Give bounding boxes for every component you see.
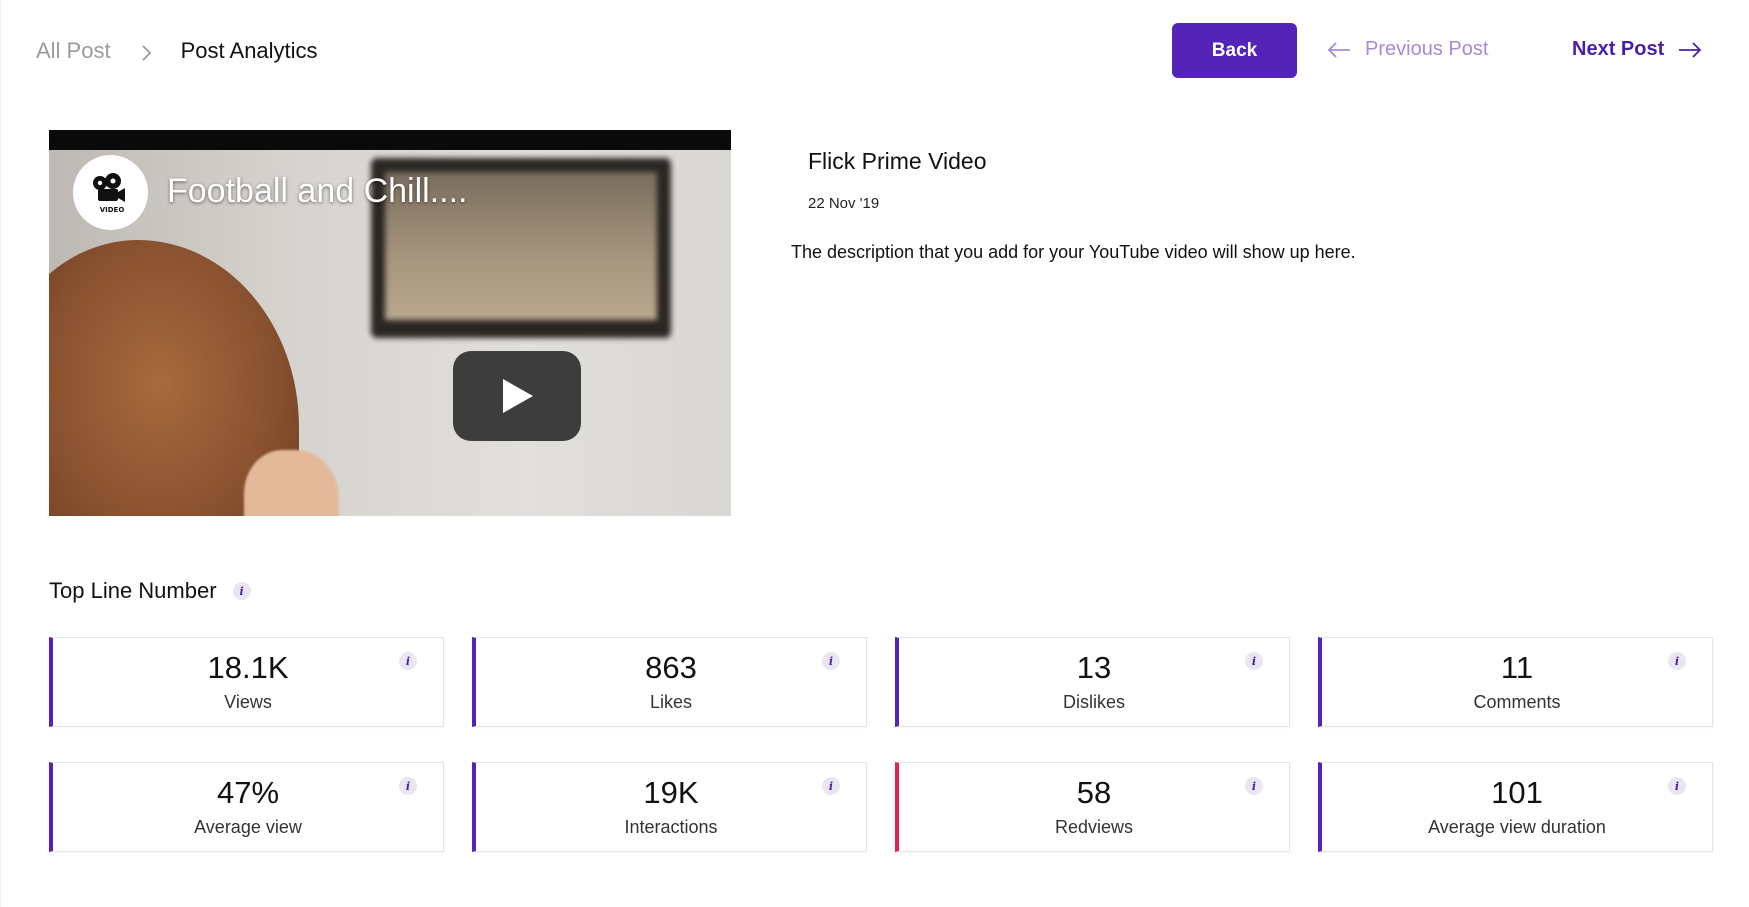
- video-title[interactable]: Football and Chill....: [167, 172, 468, 211]
- info-icon[interactable]: i: [1668, 777, 1686, 795]
- stat-value: 11: [1500, 650, 1534, 685]
- stat-card-views: 18.1K Views i: [49, 637, 444, 727]
- info-icon[interactable]: i: [822, 777, 840, 795]
- stat-value: 47%: [216, 775, 280, 810]
- chevron-right-icon: [137, 42, 155, 61]
- previous-post-link[interactable]: Previous Post: [1327, 38, 1488, 61]
- info-icon[interactable]: i: [1245, 777, 1263, 795]
- previous-post-label: Previous Post: [1365, 38, 1489, 60]
- info-icon[interactable]: i: [1245, 652, 1263, 670]
- stat-label: Views: [224, 692, 272, 712]
- section-title-text: Top Line Number: [49, 578, 217, 603]
- stat-card-average-view-duration: 101 Average view duration i: [1318, 762, 1713, 852]
- film-camera-icon: VIDEO: [92, 172, 125, 214]
- stat-card-comments: 11 Comments i: [1318, 637, 1713, 727]
- next-post-link[interactable]: Next Post: [1572, 38, 1702, 61]
- breadcrumb-current: Post Analytics: [180, 38, 318, 63]
- stat-label: Comments: [1473, 692, 1561, 712]
- stat-value: 18.1K: [207, 650, 289, 685]
- info-icon[interactable]: i: [399, 777, 417, 795]
- breadcrumb-all-post-link[interactable]: All Post: [36, 38, 111, 64]
- stat-card-likes: 863 Likes i: [472, 637, 867, 727]
- stat-card-average-view: 47% Average view i: [49, 762, 444, 852]
- info-icon[interactable]: i: [822, 652, 840, 670]
- play-icon: [503, 379, 533, 413]
- info-icon[interactable]: i: [399, 652, 417, 670]
- stat-label: Average view: [194, 817, 302, 837]
- next-post-label: Next Post: [1572, 38, 1665, 60]
- breadcrumb: All Post Post Analytics: [36, 38, 318, 64]
- stat-value: 58: [1076, 775, 1112, 810]
- info-icon[interactable]: i: [232, 582, 251, 600]
- video-player[interactable]: VIDEO Football and Chill....: [49, 130, 731, 516]
- stat-card-redviews: 58 Redviews i: [895, 762, 1290, 852]
- top-line-number-heading: Top Line Number i: [49, 578, 251, 604]
- stat-value: 863: [645, 650, 697, 685]
- stat-value: 101: [1491, 775, 1543, 810]
- stat-label: Interactions: [624, 817, 718, 837]
- stat-label: Redviews: [1054, 817, 1134, 837]
- svg-text:VIDEO: VIDEO: [99, 206, 124, 214]
- post-title: Flick Prime Video: [808, 148, 987, 174]
- stat-label: Dislikes: [1062, 692, 1125, 712]
- play-button[interactable]: [453, 351, 581, 441]
- hand-image: [244, 450, 339, 516]
- post-description: The description that you add for your Yo…: [791, 242, 1356, 262]
- back-button[interactable]: Back: [1172, 23, 1297, 78]
- channel-logo[interactable]: VIDEO: [73, 155, 148, 230]
- info-icon[interactable]: i: [1668, 652, 1686, 670]
- stat-card-interactions: 19K Interactions i: [472, 762, 867, 852]
- stat-value: 19K: [643, 775, 699, 810]
- post-analytics-page: All Post Post Analytics Back Previous Po…: [0, 0, 1749, 907]
- stat-label: Likes: [649, 692, 693, 712]
- arrow-right-icon: [1679, 41, 1702, 58]
- stat-value: 13: [1076, 650, 1112, 685]
- stat-label: Average view duration: [1428, 817, 1606, 837]
- post-date: 22 Nov '19: [808, 195, 880, 212]
- video-top-bar: [49, 130, 731, 150]
- arrow-left-icon: [1327, 41, 1350, 58]
- stat-card-dislikes: 13 Dislikes i: [895, 637, 1290, 727]
